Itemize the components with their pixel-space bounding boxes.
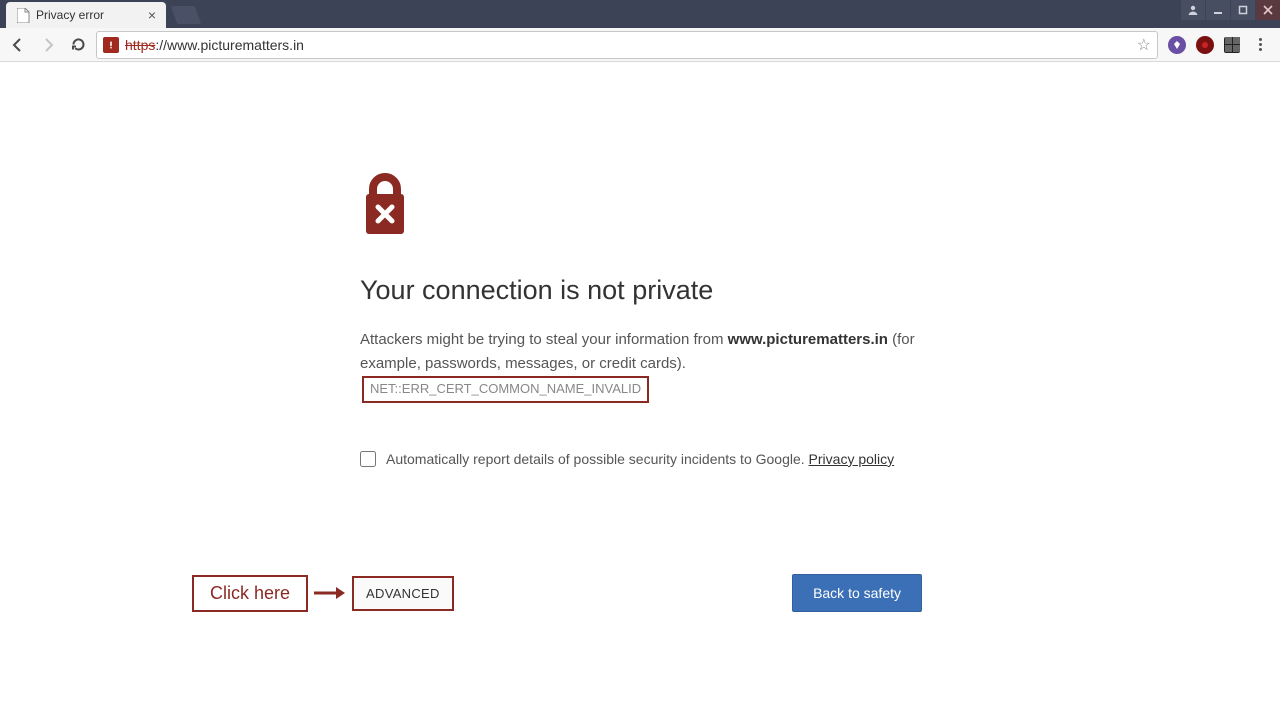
extension-icon-2[interactable] <box>1196 36 1214 54</box>
ssl-error-interstitial: Your connection is not private Attackers… <box>360 172 920 467</box>
address-bar[interactable]: https://www.picturematters.in ☆ <box>96 31 1158 59</box>
advanced-button[interactable]: ADVANCED <box>352 576 454 611</box>
not-secure-icon <box>103 37 119 53</box>
nav-forward-button <box>36 33 60 57</box>
url-scheme: https <box>125 37 155 53</box>
privacy-policy-link[interactable]: Privacy policy <box>809 451 895 467</box>
window-close-button[interactable] <box>1256 0 1280 20</box>
report-label: Automatically report details of possible… <box>386 451 894 467</box>
warning-lock-icon <box>360 172 920 241</box>
nav-back-button[interactable] <box>6 33 30 57</box>
annotation-callout: Click here <box>192 575 308 612</box>
window-maximize-button[interactable] <box>1231 0 1255 20</box>
error-domain: www.picturematters.in <box>728 331 888 348</box>
tab-strip: Privacy error × <box>0 0 1280 28</box>
nav-reload-button[interactable] <box>66 33 90 57</box>
error-code: NET::ERR_CERT_COMMON_NAME_INVALID <box>362 376 649 403</box>
report-checkbox[interactable] <box>360 451 376 467</box>
page-icon <box>16 8 30 22</box>
browser-window: Privacy error × <box>0 0 1280 720</box>
extension-icons <box>1164 36 1274 54</box>
window-controls <box>1180 0 1280 20</box>
error-text-prefix: Attackers might be trying to steal your … <box>360 331 728 348</box>
report-label-text: Automatically report details of possible… <box>386 451 809 467</box>
back-to-safety-button[interactable]: Back to safety <box>792 574 922 612</box>
window-minimize-button[interactable] <box>1206 0 1230 20</box>
button-row: Click here ADVANCED Back to safety <box>192 574 922 612</box>
tab-close-icon[interactable]: × <box>148 8 156 22</box>
extension-icon-1[interactable] <box>1168 36 1186 54</box>
extension-icon-3[interactable] <box>1224 37 1240 53</box>
annotation-arrow-icon <box>314 585 346 601</box>
browser-tab[interactable]: Privacy error × <box>6 2 166 28</box>
error-heading: Your connection is not private <box>360 275 920 306</box>
url-host: ://www.picturematters.in <box>155 37 304 53</box>
browser-menu-button[interactable] <box>1250 38 1270 51</box>
tab-title: Privacy error <box>36 8 104 22</box>
incognito-user-icon[interactable] <box>1181 0 1205 20</box>
browser-toolbar: https://www.picturematters.in ☆ <box>0 28 1280 62</box>
report-row: Automatically report details of possible… <box>360 451 920 467</box>
url-text: https://www.picturematters.in <box>125 37 304 53</box>
bookmark-star-icon[interactable]: ☆ <box>1137 35 1151 55</box>
page-content: Your connection is not private Attackers… <box>0 62 1280 720</box>
new-tab-button[interactable] <box>171 6 202 24</box>
error-description: Attackers might be trying to steal your … <box>360 328 920 403</box>
